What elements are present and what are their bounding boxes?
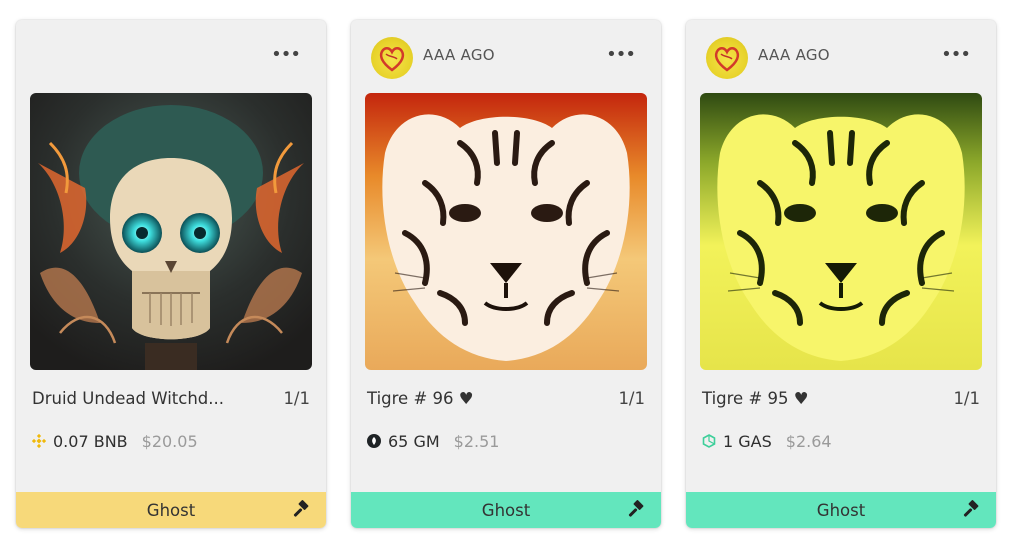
edition-count: 1/1 bbox=[283, 389, 310, 408]
more-options-icon[interactable]: ••• bbox=[606, 44, 636, 65]
bid-footer-button[interactable]: Ghost bbox=[16, 492, 326, 528]
footer-label: Ghost bbox=[146, 500, 196, 520]
nft-image[interactable] bbox=[30, 93, 312, 370]
edition-count: 1/1 bbox=[953, 389, 980, 408]
price-usd: $2.51 bbox=[453, 431, 500, 451]
skull-artwork bbox=[30, 93, 312, 370]
creator-avatar[interactable] bbox=[371, 37, 413, 79]
bnb-icon bbox=[32, 434, 46, 448]
gm-icon bbox=[367, 434, 381, 448]
nft-title[interactable]: Tigre # 95 ♥ bbox=[702, 389, 809, 408]
price-amount: 1 GAS bbox=[723, 431, 772, 451]
footer-label: Ghost bbox=[816, 500, 866, 520]
tiger-artwork-yellow bbox=[700, 93, 982, 370]
nft-card[interactable]: AAA AGO ••• bbox=[351, 20, 661, 528]
footer-label: Ghost bbox=[481, 500, 531, 520]
nft-title[interactable]: Druid Undead Witchd... bbox=[32, 389, 224, 408]
creator-name[interactable]: AAA AGO bbox=[758, 46, 830, 64]
price-usd: $2.64 bbox=[785, 431, 832, 451]
price-row: 0.07 BNB $20.05 bbox=[32, 431, 198, 451]
bid-footer-button[interactable]: Ghost bbox=[351, 492, 661, 528]
more-options-icon[interactable]: ••• bbox=[271, 44, 301, 65]
more-options-icon[interactable]: ••• bbox=[941, 44, 971, 65]
creator-name[interactable]: AAA AGO bbox=[423, 46, 495, 64]
auction-hammer-icon[interactable] bbox=[961, 500, 981, 520]
nft-title[interactable]: Tigre # 96 ♥ bbox=[367, 389, 474, 408]
card-header: ••• bbox=[16, 20, 326, 92]
tiger-artwork-red bbox=[365, 93, 647, 370]
creator-avatar[interactable] bbox=[706, 37, 748, 79]
price-usd: $20.05 bbox=[141, 431, 198, 451]
auction-hammer-icon[interactable] bbox=[291, 500, 311, 520]
nft-image[interactable] bbox=[700, 93, 982, 370]
edition-count: 1/1 bbox=[618, 389, 645, 408]
gas-icon bbox=[702, 434, 716, 448]
price-row: 65 GM $2.51 bbox=[367, 431, 499, 451]
nft-card[interactable]: AAA AGO ••• bbox=[686, 20, 996, 528]
nft-image[interactable] bbox=[365, 93, 647, 370]
nft-card[interactable]: ••• Druid Undead Witchd... 1/1 0.07 BNB … bbox=[16, 20, 326, 528]
price-amount: 0.07 BNB bbox=[53, 431, 128, 451]
price-row: 1 GAS $2.64 bbox=[702, 431, 832, 451]
price-amount: 65 GM bbox=[388, 431, 440, 451]
card-header: AAA AGO ••• bbox=[686, 20, 996, 92]
bid-footer-button[interactable]: Ghost bbox=[686, 492, 996, 528]
nft-card-grid: ••• Druid Undead Witchd... 1/1 0.07 BNB … bbox=[0, 0, 1024, 557]
auction-hammer-icon[interactable] bbox=[626, 500, 646, 520]
card-header: AAA AGO ••• bbox=[351, 20, 661, 92]
